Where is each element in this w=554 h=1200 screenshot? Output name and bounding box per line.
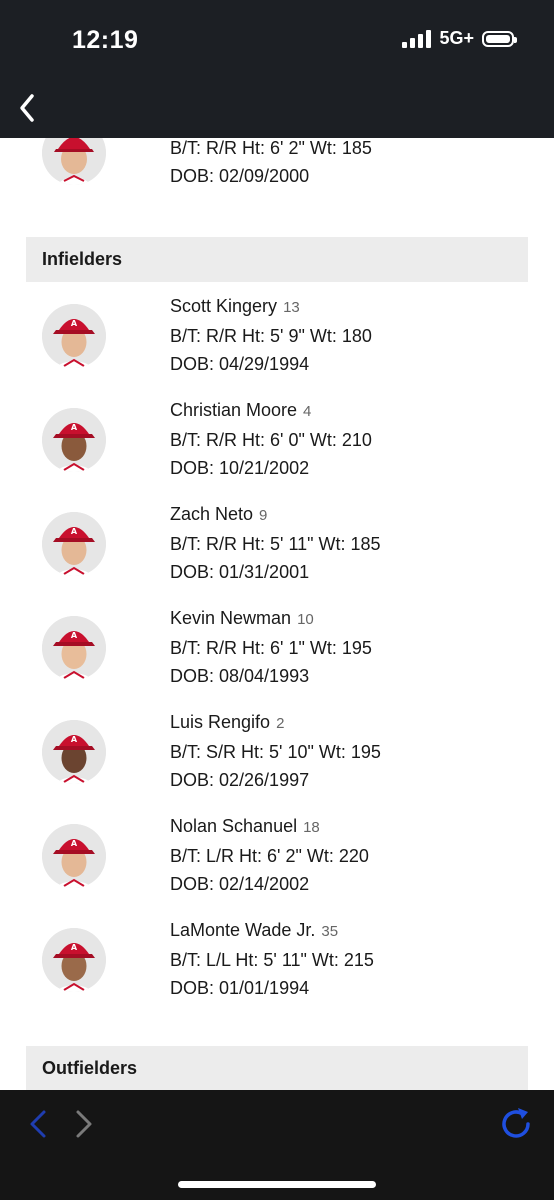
player-avatar: A <box>42 304 106 368</box>
player-info: Zach Neto 9 B/T: R/R Ht: 5' 11" Wt: 185 DOB… <box>170 500 381 586</box>
player-photo-icon: A <box>42 824 106 888</box>
section-title: Infielders <box>42 249 123 269</box>
home-indicator[interactable] <box>178 1181 376 1188</box>
player-dob: DOB: 02/09/2000 <box>170 166 310 186</box>
player-dob: DOB: 02/14/2002 <box>170 874 310 894</box>
browser-back-button[interactable] <box>18 1104 58 1144</box>
player-avatar: A <box>42 720 106 784</box>
player-info: Nolan Schanuel 18 B/T: L/R Ht: 6' 2" Wt: 2… <box>170 812 369 898</box>
player-bt-ht-wt: B/T: R/R Ht: 5' 9" Wt: 180 <box>170 326 372 346</box>
jersey-number: 35 <box>321 923 339 940</box>
player-photo-icon: A <box>42 408 106 472</box>
arrow-right-icon <box>76 1110 92 1138</box>
section-header-infielders: Infielders <box>26 237 528 282</box>
status-time: 12:19 <box>72 26 139 54</box>
roster-list[interactable]: B/T: R/R Ht: 6' 2" Wt: 185 DOB: 02/09/20… <box>0 138 554 1090</box>
player-info: Christian Moore 4 B/T: R/R Ht: 6' 0" Wt: 2… <box>170 396 372 482</box>
jersey-number: 18 <box>303 819 320 836</box>
player-info: Scott Kingery 13 B/T: R/R Ht: 5' 9" Wt: 18… <box>170 292 372 378</box>
player-photo-icon: A <box>42 720 106 784</box>
player-bt-ht-wt: B/T: S/R Ht: 5' 10" Wt: 195 <box>170 742 381 762</box>
jersey-number: 4 <box>303 403 312 420</box>
signal-icon <box>402 29 432 48</box>
player-name[interactable]: Nolan Schanuel <box>170 816 297 836</box>
player-name[interactable]: Luis Rengifo <box>170 712 270 732</box>
svg-text:A: A <box>71 319 78 328</box>
network-label: 5G+ <box>439 28 474 48</box>
svg-text:A: A <box>71 631 78 640</box>
player-avatar: A <box>42 512 106 576</box>
section-header-outfielders: Outfielders <box>26 1046 528 1090</box>
player-name[interactable]: Scott Kingery <box>170 296 277 316</box>
player-dob: DOB: 08/04/1993 <box>170 666 310 686</box>
nav-bar <box>0 80 554 138</box>
player-name[interactable]: LaMonte Wade Jr. <box>170 920 315 940</box>
player-row[interactable]: A Nolan Schanuel 18 B/T: L/R Ht: 6' 2" Wt: … <box>26 812 528 916</box>
svg-text:A: A <box>71 423 78 432</box>
player-photo-icon: A <box>42 512 106 576</box>
player-row[interactable]: A Christian Moore 4 B/T: R/R Ht: 6' 0" Wt: … <box>26 396 528 500</box>
status-indicators: 5G+ <box>402 28 517 49</box>
player-photo-icon: A <box>42 928 106 992</box>
player-bt-ht-wt: B/T: R/R Ht: 6' 2" Wt: 185 <box>170 138 372 158</box>
jersey-number: 9 <box>259 507 268 524</box>
arrow-left-icon <box>30 1110 46 1138</box>
player-avatar <box>42 138 106 185</box>
player-row[interactable]: A LaMonte Wade Jr. 35 B/T: L/L Ht: 5' 11" W… <box>26 916 528 1020</box>
player-avatar: A <box>42 616 106 680</box>
player-dob: DOB: 02/26/1997 <box>170 770 310 790</box>
svg-text:A: A <box>71 527 78 536</box>
player-avatar: A <box>42 408 106 472</box>
player-bt-ht-wt: B/T: L/R Ht: 6' 2" Wt: 220 <box>170 846 369 866</box>
player-info: Luis Rengifo 2 B/T: S/R Ht: 5' 10" Wt: 195… <box>170 708 381 794</box>
player-row[interactable]: A Scott Kingery 13 B/T: R/R Ht: 5' 9" Wt: 1… <box>26 292 528 396</box>
player-avatar: A <box>42 824 106 888</box>
svg-text:A: A <box>71 839 78 848</box>
jersey-number: 2 <box>276 715 285 732</box>
player-dob: DOB: 01/31/2001 <box>170 562 310 582</box>
browser-toolbar <box>0 1090 554 1200</box>
player-photo-icon: A <box>42 616 106 680</box>
player-row-partial[interactable]: B/T: R/R Ht: 6' 2" Wt: 185 DOB: 02/09/20… <box>26 138 528 210</box>
player-bt-ht-wt: B/T: R/R Ht: 5' 11" Wt: 185 <box>170 534 381 554</box>
svg-text:A: A <box>71 943 78 952</box>
status-bar: 12:19 5G+ <box>0 0 554 80</box>
jersey-number: 13 <box>283 299 300 316</box>
player-photo-icon <box>42 138 106 185</box>
svg-text:A: A <box>71 735 78 744</box>
player-bt-ht-wt: B/T: R/R Ht: 6' 1" Wt: 195 <box>170 638 372 658</box>
back-button[interactable] <box>8 88 52 128</box>
player-row[interactable]: A Kevin Newman 10 B/T: R/R Ht: 6' 1" Wt: 19… <box>26 604 528 708</box>
reload-button[interactable] <box>496 1104 536 1144</box>
player-dob: DOB: 01/01/1994 <box>170 978 310 998</box>
player-info: Kevin Newman 10 B/T: R/R Ht: 6' 1" Wt: 195… <box>170 604 372 690</box>
player-bt-ht-wt: B/T: R/R Ht: 6' 0" Wt: 210 <box>170 430 372 450</box>
player-dob: DOB: 04/29/1994 <box>170 354 310 374</box>
player-photo-icon: A <box>42 304 106 368</box>
player-name[interactable]: Christian Moore <box>170 400 297 420</box>
player-name[interactable]: Kevin Newman <box>170 608 291 628</box>
player-info: B/T: R/R Ht: 6' 2" Wt: 185 DOB: 02/09/20… <box>170 138 372 190</box>
player-avatar: A <box>42 928 106 992</box>
player-bt-ht-wt: B/T: L/L Ht: 5' 11" Wt: 215 <box>170 950 374 970</box>
player-dob: DOB: 10/21/2002 <box>170 458 310 478</box>
jersey-number: 10 <box>297 611 314 628</box>
chevron-left-icon <box>20 94 34 122</box>
player-row[interactable]: A Zach Neto 9 B/T: R/R Ht: 5' 11" Wt: 185 DO… <box>26 500 528 604</box>
player-info: LaMonte Wade Jr. 35 B/T: L/L Ht: 5' 11" Wt… <box>170 916 374 1002</box>
browser-forward-button[interactable] <box>64 1104 104 1144</box>
reload-icon <box>502 1108 530 1138</box>
section-title: Outfielders <box>42 1058 138 1078</box>
player-name[interactable]: Zach Neto <box>170 504 253 524</box>
player-row[interactable]: A Luis Rengifo 2 B/T: S/R Ht: 5' 10" Wt: 19… <box>26 708 528 812</box>
battery-icon <box>482 30 517 47</box>
